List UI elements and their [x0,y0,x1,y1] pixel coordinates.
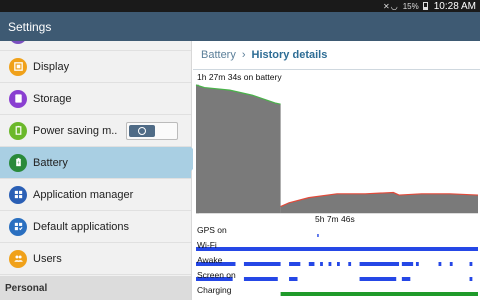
sidebar-item-application-manager[interactable]: Application manager [0,179,191,211]
sidebar-item-label: Display [33,60,70,73]
apps-grid-icon [9,185,27,204]
battery-area-1 [280,192,478,213]
sidebar-item-storage[interactable]: Storage [0,83,191,115]
signal-bar-awake [328,262,332,266]
signal-bar-screen-on [359,277,397,281]
sidebar-item-partial[interactable] [0,41,191,51]
signal-bar-awake [320,262,323,266]
midpoint-label: 5h 7m 46s [315,214,355,224]
main-panel: Battery › History details 1h 27m 34s on … [193,41,480,300]
power-icon [138,126,146,135]
sidebar-item-label: Application manager [33,188,134,201]
sidebar-item-label: Battery [33,156,68,169]
section-header-personal: Personal [0,276,191,300]
battery-status-icon [422,2,428,10]
signal-label-awake: Awake [197,255,223,265]
sidebar-item-label: Default applications [33,220,130,233]
signal-bar-awake [415,262,419,266]
sidebar-item-users[interactable]: Users [0,243,191,275]
signal-bar-awake [348,262,352,266]
signal-bar-charging [280,292,478,296]
signal-bar-wifi [196,247,478,251]
signal-label-screen-on: Screen on [197,270,236,280]
signal-bar-awake [308,262,315,266]
sidebar-item-label: Storage [33,92,72,105]
sidebar-item-power-saving[interactable]: Power saving m.. [0,115,191,147]
signal-bar-awake [289,262,301,266]
signal-bar-awake [401,262,414,266]
status-bar: ✕◡ 15% 10:28 AM [0,0,480,12]
toggle-knob [129,124,155,137]
page-title: History details [251,49,328,61]
signal-bar-screen-on [469,277,473,281]
signal-label-wifi: Wi-Fi [197,240,217,250]
signal-bar-awake [469,262,473,266]
power-saving-icon [9,121,27,140]
signal-bar-awake [449,262,453,266]
display-icon [9,57,27,76]
battery-percent: 15% [402,1,419,11]
battery-history-chart [195,84,479,296]
sidebar-item-battery[interactable]: Battery [0,147,191,179]
signal-bar-screen-on [401,277,411,281]
sidebar-item-label: Users [33,252,62,265]
partial-icon [9,41,27,44]
sidebar-item-default-applications[interactable]: Default applications [0,211,191,243]
signal-bar-gps [317,234,319,237]
sidebar[interactable]: Display Storage Power saving m.. Battery… [0,41,192,300]
signal-label-gps: GPS on [197,225,227,235]
battery-icon [9,153,27,172]
signal-label-charging: Charging [197,285,232,295]
divider [193,69,480,70]
users-icon [9,249,27,268]
storage-icon [9,89,27,108]
app-title: Settings [8,19,52,34]
battery-area-0 [196,85,281,213]
signal-bar-awake [359,262,400,266]
power-saving-toggle[interactable] [126,121,178,140]
default-apps-icon [9,217,27,236]
sidebar-item-display[interactable]: Display [0,51,191,83]
sidebar-item-label: Power saving m.. [33,124,118,137]
chevron-right-icon: › [241,49,246,61]
clock: 10:28 AM [433,0,476,12]
breadcrumb-parent[interactable]: Battery [201,49,236,61]
breadcrumb: Battery › History details [201,49,327,61]
signal-bar-screen-on [243,277,278,281]
app-bar: Settings [0,12,480,41]
signal-bar-screen-on [289,277,298,281]
signal-bar-awake [243,262,281,266]
signal-bar-awake [337,262,340,266]
signal-bar-awake [438,262,442,266]
status-icons: ✕◡ [383,1,399,11]
